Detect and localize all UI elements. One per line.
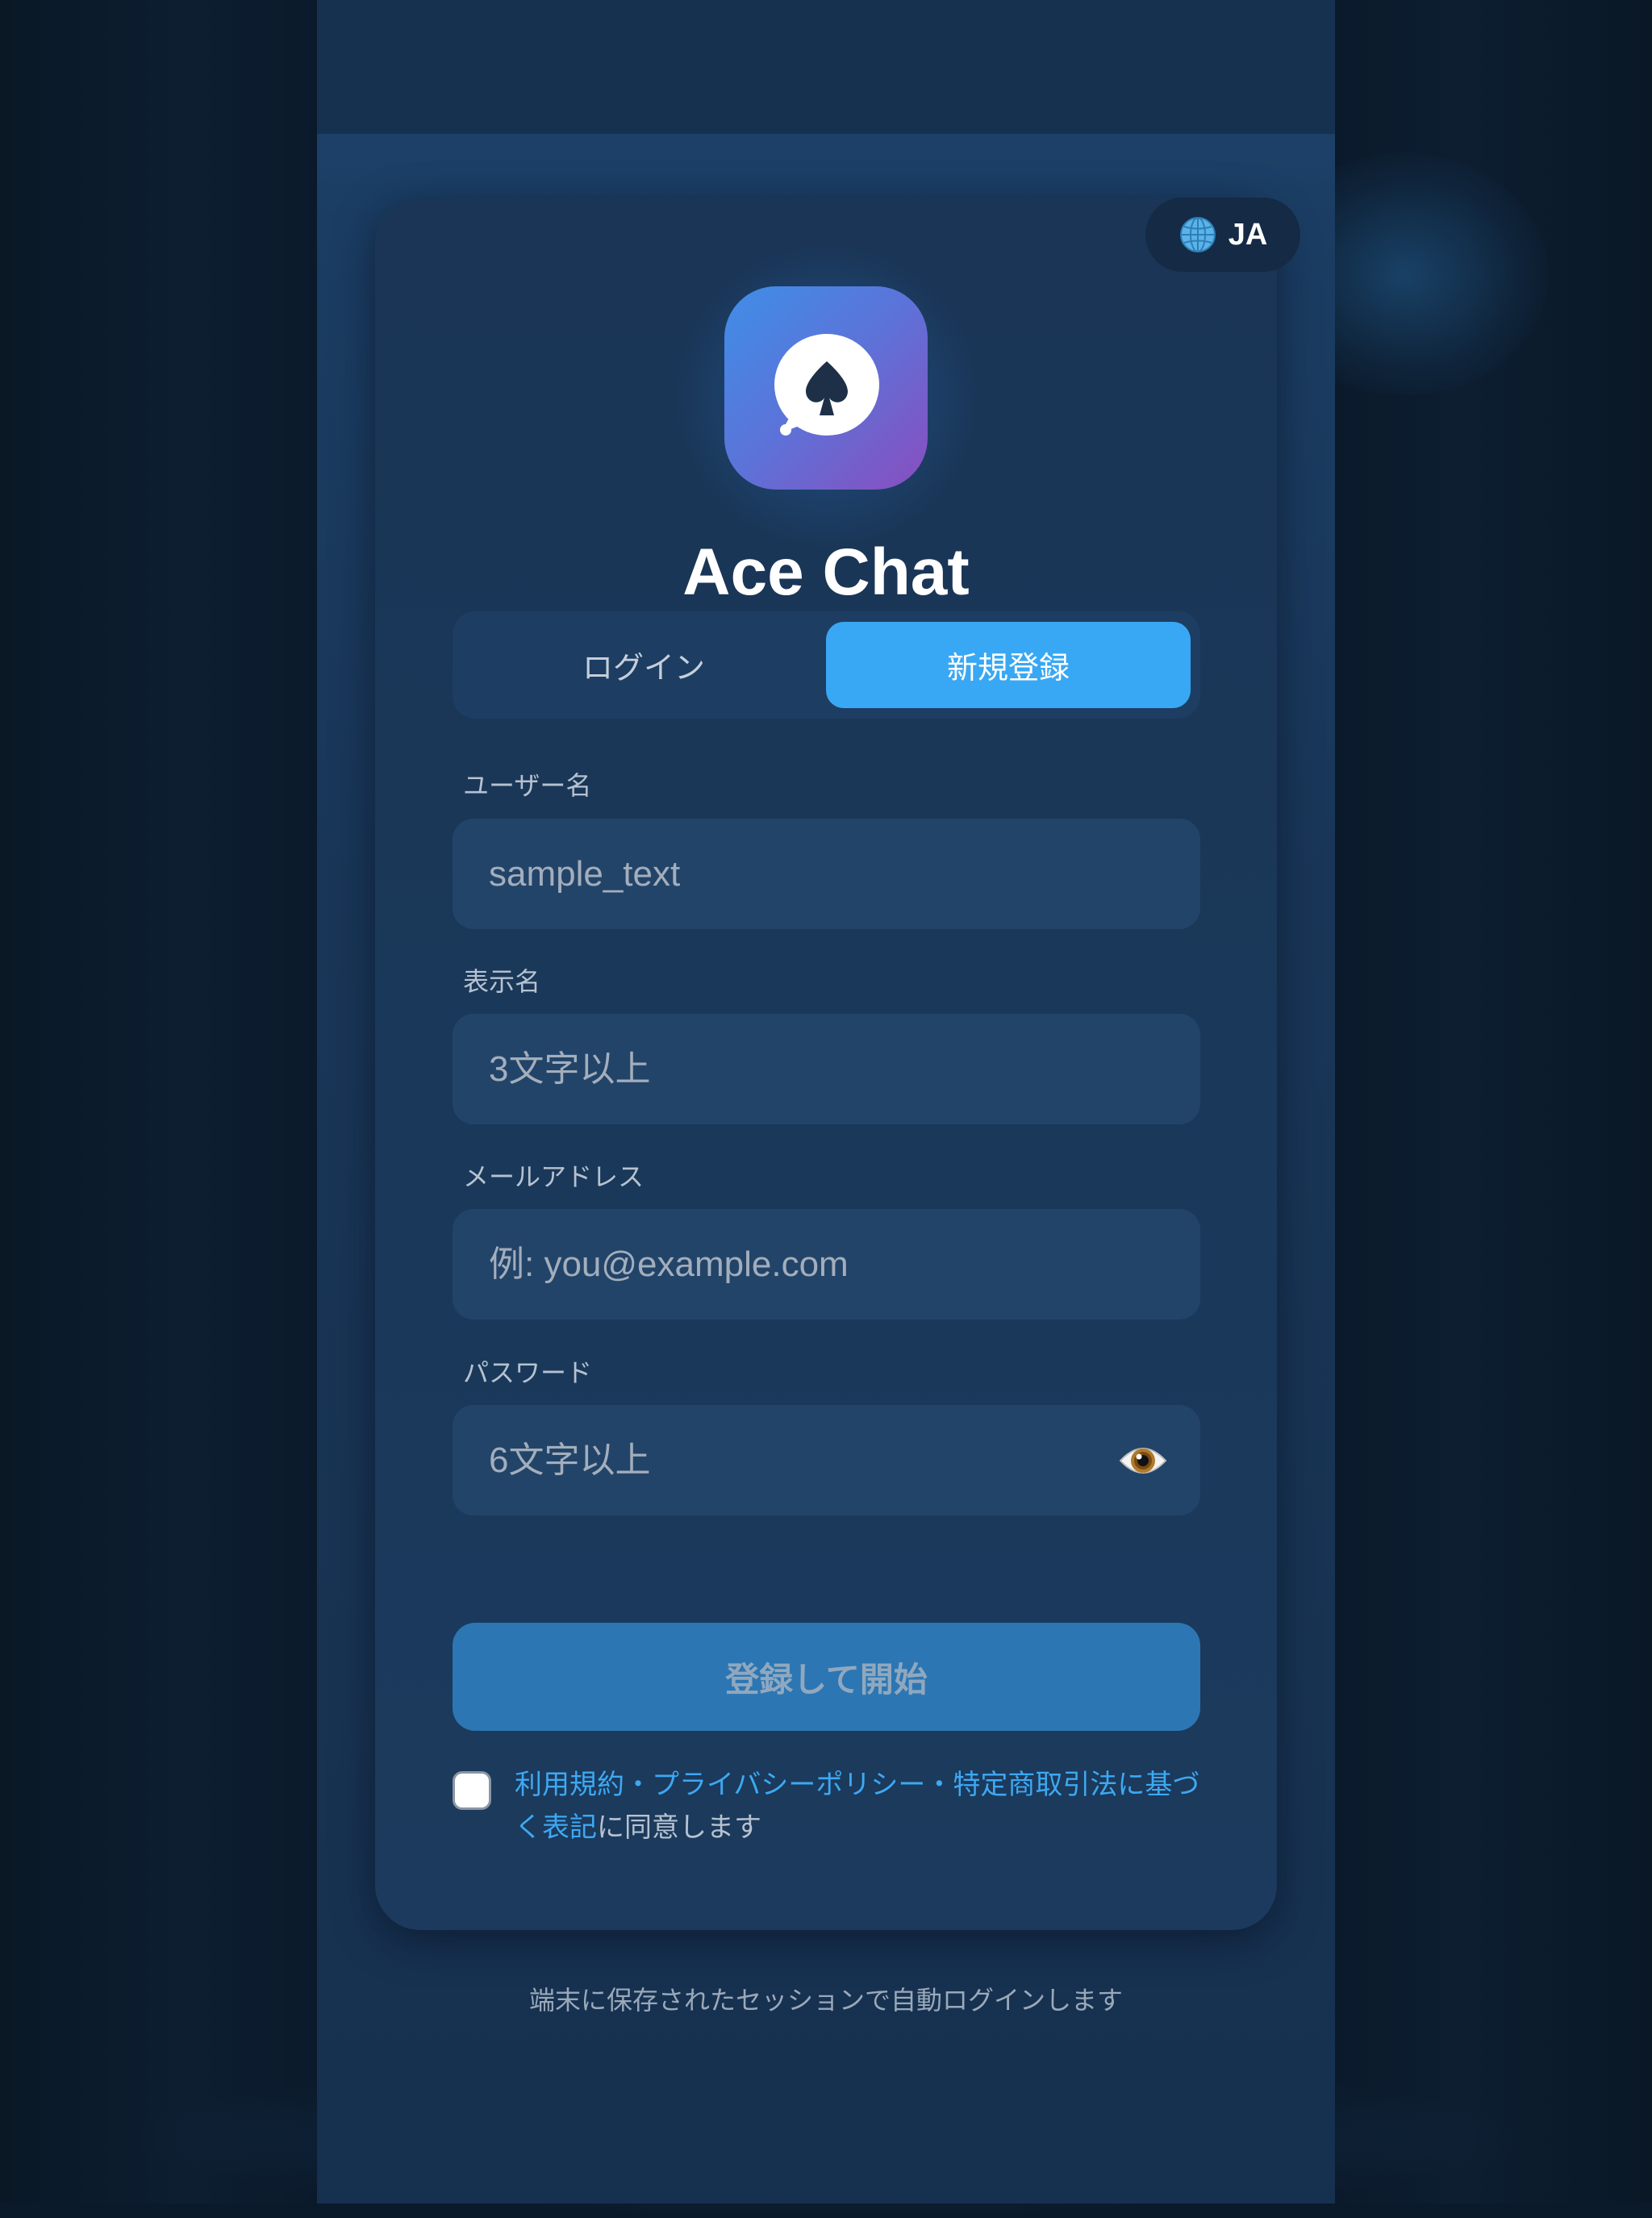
- terms-agreement-checkbox[interactable]: [453, 1771, 491, 1810]
- left-backdrop: [0, 0, 317, 2203]
- app-logo: [724, 286, 928, 490]
- language-button[interactable]: JA: [1145, 198, 1300, 272]
- globe-icon: [1179, 215, 1217, 254]
- email-label: メールアドレス: [463, 1161, 645, 1192]
- show-password-toggle[interactable]: [1118, 1439, 1168, 1482]
- display-name-input[interactable]: [453, 1014, 1200, 1124]
- username-field-container: [453, 819, 1200, 929]
- password-label: パスワード: [463, 1357, 593, 1388]
- auto-login-note: 端末に保存されたセッションで自動ログインします: [528, 1985, 1123, 2016]
- terms-agreement-text: 利用規約・プライバシーポリシー・特定商取引法に基づく表記に同意します: [515, 1764, 1208, 1849]
- display-name-label: 表示名: [463, 966, 541, 997]
- agreement-suffix: に同意します: [597, 1812, 761, 1844]
- auth-tabs: ログイン 新規登録: [453, 611, 1200, 719]
- password-field-container: [453, 1405, 1200, 1515]
- spade-chat-bubble-icon: [724, 286, 928, 490]
- username-input[interactable]: [453, 819, 1200, 929]
- username-label: ユーザー名: [463, 770, 592, 801]
- password-input[interactable]: [453, 1405, 1200, 1515]
- email-input[interactable]: [453, 1209, 1200, 1320]
- tab-login[interactable]: ログイン: [462, 622, 825, 708]
- app-viewport: JA Ace Chat ログイン 新規登録 ユーザー名 表示名 メールアドレス …: [317, 0, 1335, 2203]
- language-label: JA: [1228, 217, 1268, 252]
- tab-signup[interactable]: 新規登録: [826, 622, 1191, 708]
- eye-icon: [1118, 1439, 1168, 1482]
- email-field-container: [453, 1209, 1200, 1320]
- register-and-start-button[interactable]: 登録して開始: [453, 1623, 1200, 1731]
- app-title: Ace Chat: [682, 536, 970, 609]
- top-bar: [317, 0, 1335, 134]
- display-name-field-container: [453, 1014, 1200, 1124]
